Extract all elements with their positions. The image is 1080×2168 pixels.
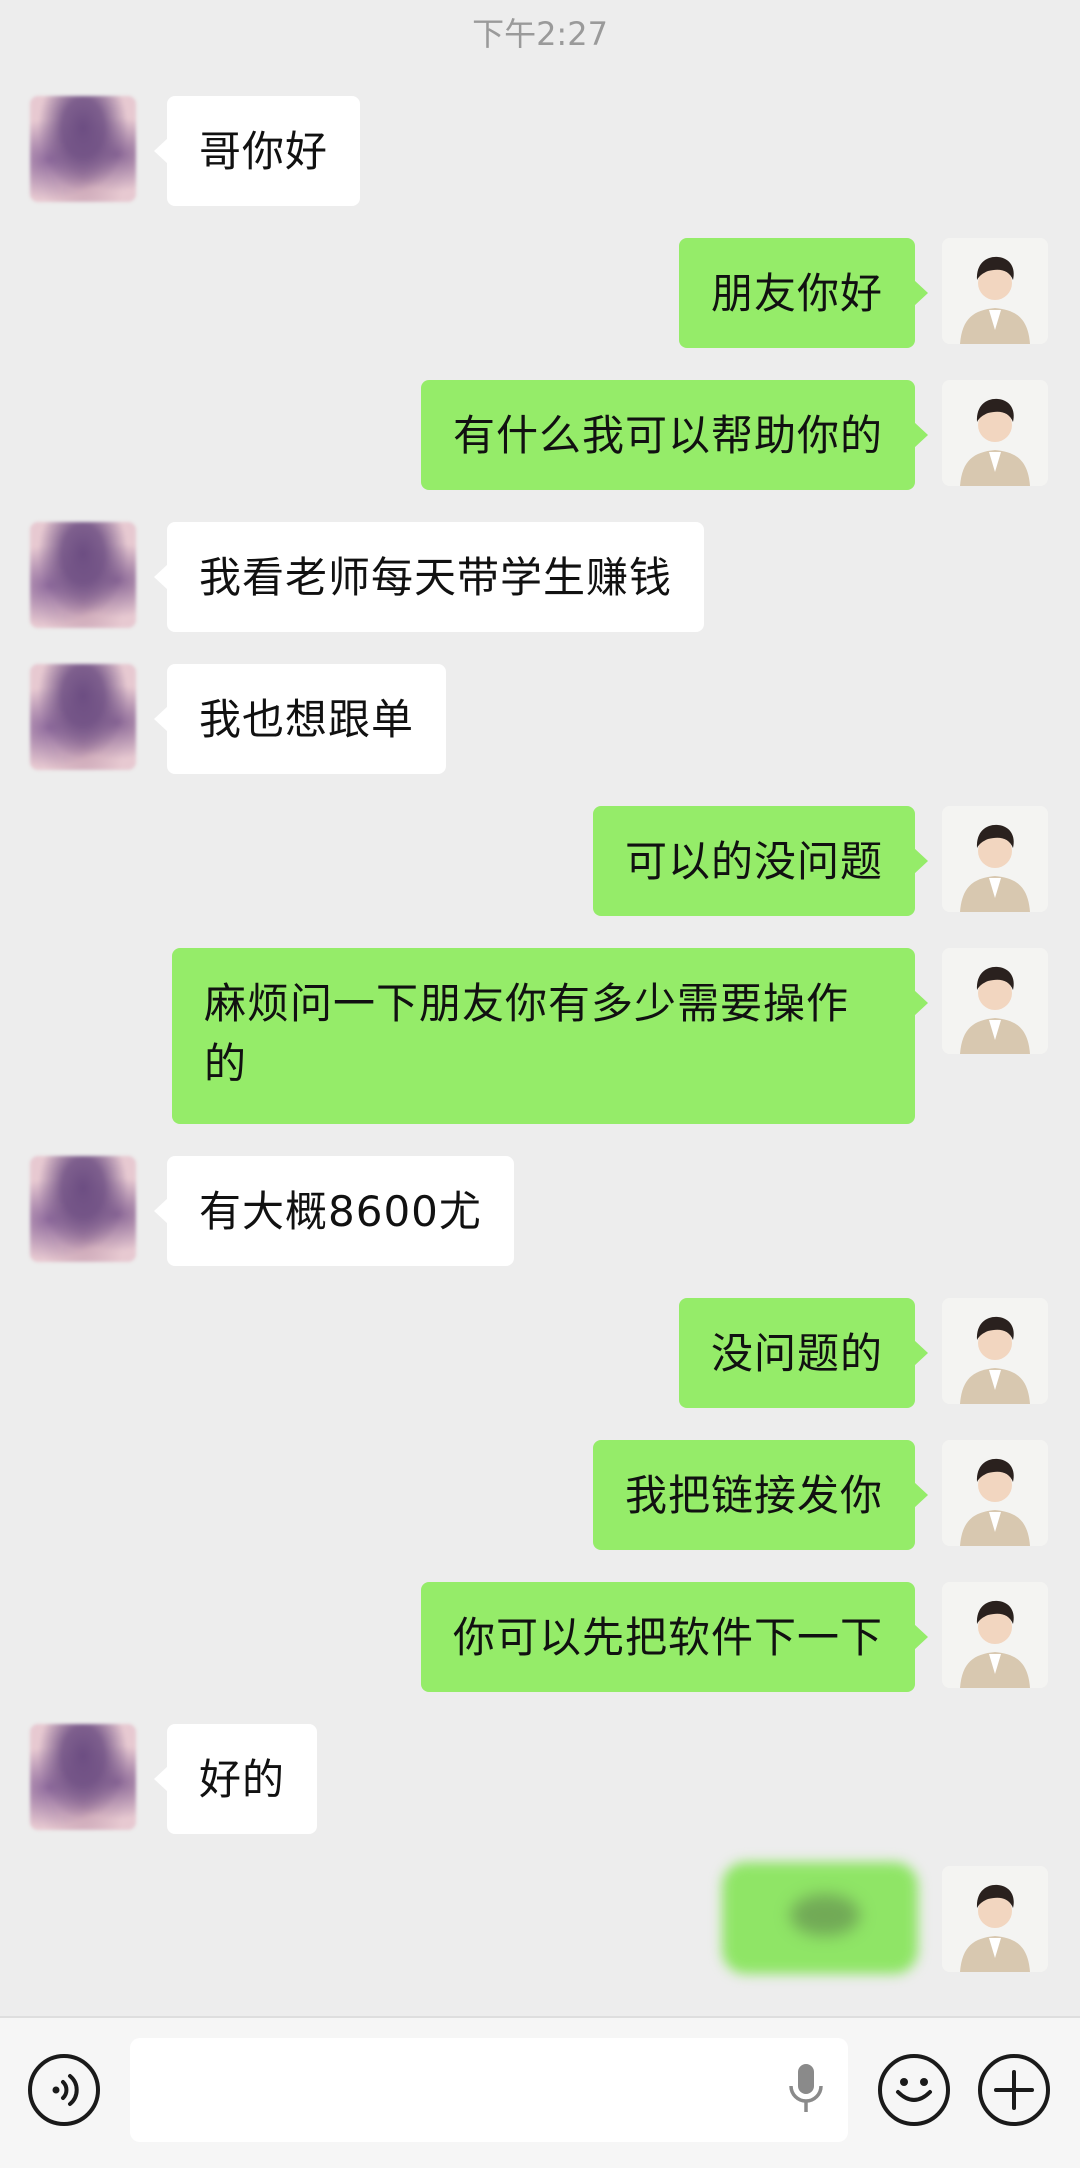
user-avatar-icon [942, 380, 1048, 486]
user-avatar-icon [942, 1582, 1048, 1688]
message-bubble-outgoing[interactable]: 可以的没问题 [592, 806, 929, 916]
contact-avatar[interactable] [30, 1724, 136, 1830]
contact-avatar[interactable] [30, 1156, 136, 1262]
message-bubble-outgoing[interactable]: 没问题的 [678, 1298, 929, 1408]
emoji-icon [896, 2078, 932, 2102]
message-input[interactable] [130, 2038, 848, 2142]
user-avatar-icon [942, 238, 1048, 344]
message-bubble-incoming[interactable]: 哥你好 [153, 96, 361, 206]
user-avatar[interactable] [942, 380, 1048, 486]
message-bubble-incoming[interactable]: 我看老师每天带学生赚钱 [153, 522, 705, 632]
blurred-content [790, 1894, 860, 1936]
user-avatar-icon [942, 948, 1048, 1054]
message-bubble-incoming[interactable]: 好的 [153, 1724, 318, 1834]
voice-mode-icon [52, 2074, 79, 2106]
emoji-button[interactable] [878, 2054, 950, 2126]
user-avatar[interactable] [942, 1440, 1048, 1546]
contact-avatar[interactable] [30, 522, 136, 628]
message-bubble-outgoing[interactable]: 我把链接发你 [592, 1440, 929, 1550]
more-options-button[interactable] [978, 2054, 1050, 2126]
user-avatar-icon [942, 806, 1048, 912]
user-avatar[interactable] [942, 1298, 1048, 1404]
message-bubble-outgoing[interactable]: 朋友你好 [678, 238, 929, 348]
message-bubble-incoming[interactable]: 我也想跟单 [153, 664, 447, 774]
user-avatar[interactable] [942, 1866, 1048, 1972]
user-avatar[interactable] [942, 1582, 1048, 1688]
message-bubble-outgoing[interactable]: 你可以先把软件下一下 [420, 1582, 929, 1692]
message-bubble-incoming[interactable]: 有大概8600尤 [154, 1156, 514, 1266]
user-avatar[interactable] [942, 806, 1048, 912]
plus-icon [994, 2070, 1034, 2110]
contact-avatar[interactable] [30, 664, 136, 770]
user-avatar[interactable] [942, 238, 1048, 344]
user-avatar-icon [942, 1440, 1048, 1546]
user-avatar-icon [942, 1866, 1048, 1972]
message-bubble-outgoing[interactable]: 有什么我可以帮助你的 [420, 380, 929, 490]
user-avatar[interactable] [942, 948, 1048, 1054]
user-avatar-icon [942, 1298, 1048, 1404]
microphone-icon[interactable] [786, 2062, 826, 2118]
contact-avatar[interactable] [30, 96, 136, 202]
message-bubble-outgoing[interactable]: 麻烦问一下朋友你有多少需要操作的 [172, 948, 928, 1124]
voice-mode-button[interactable] [28, 2054, 100, 2126]
time-stamp: 下午2:27 [472, 15, 608, 53]
chat-input-bar [0, 2016, 1080, 2168]
